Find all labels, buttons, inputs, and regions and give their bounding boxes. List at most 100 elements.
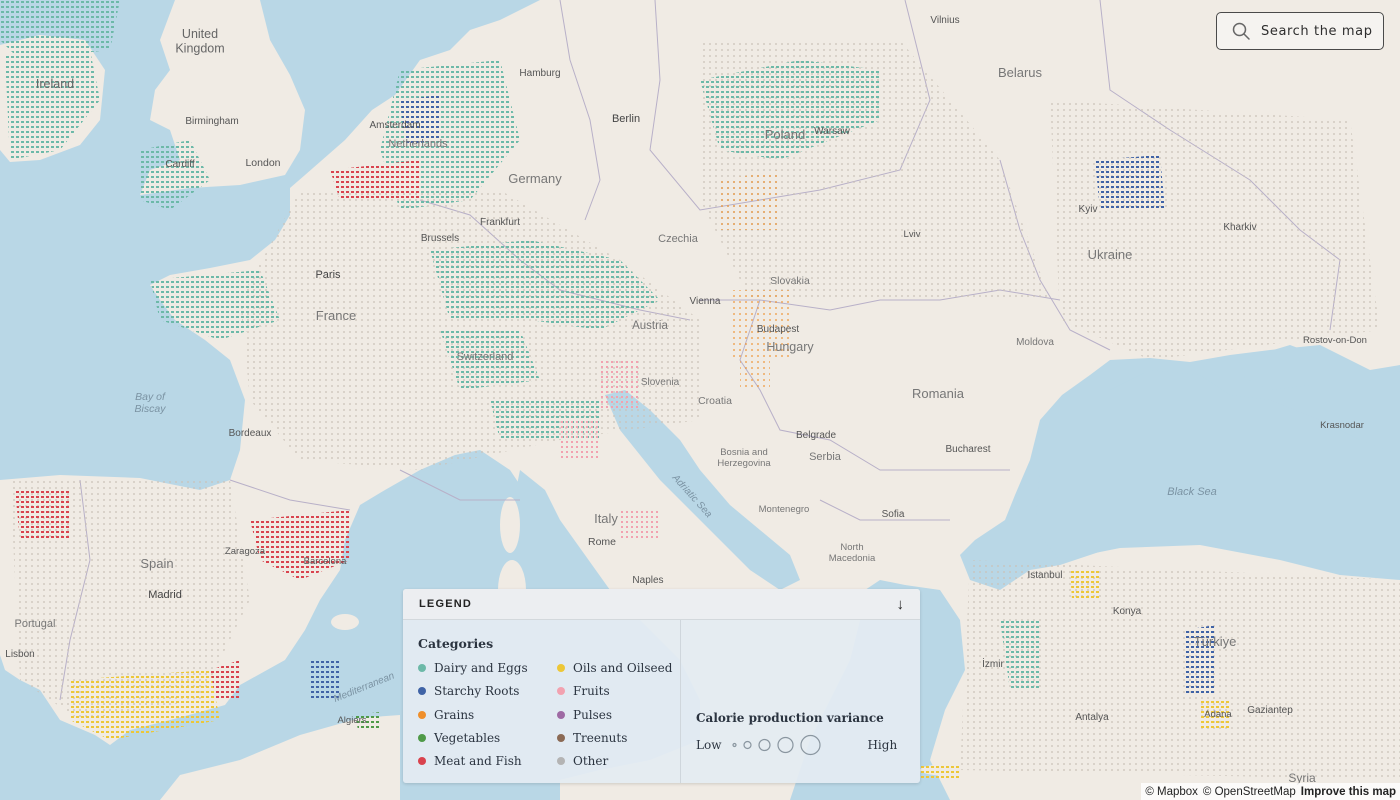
label-amsterdam: Amsterdam <box>369 120 420 131</box>
label-madrid: Madrid <box>148 589 182 601</box>
legend-category-item: Pulses <box>557 707 696 723</box>
category-color-dot <box>418 757 426 766</box>
legend-category-item: Grains <box>418 707 557 723</box>
label-hamburg: Hamburg <box>519 68 560 79</box>
category-color-dot <box>418 687 426 696</box>
label-vilnius: Vilnius <box>930 15 959 26</box>
category-label: Meat and Fish <box>434 754 522 769</box>
label-poland: Poland <box>765 127 805 142</box>
label-london: London <box>245 157 280 169</box>
category-label: Pulses <box>573 707 613 722</box>
label-france: France <box>316 308 356 323</box>
label-antalya: Antalya <box>1075 712 1109 723</box>
variance-heading: Calorie production variance <box>696 711 884 725</box>
label-lisbon: Lisbon <box>5 649 34 660</box>
label-switzerland: Switzerland <box>457 351 514 363</box>
variance-circle <box>758 738 772 752</box>
improve-map-link[interactable]: Improve this map <box>1301 786 1396 798</box>
category-label: Fruits <box>573 684 610 699</box>
label-montenegro: Montenegro <box>759 504 810 515</box>
label-istanbul: Istanbul <box>1027 570 1062 581</box>
label-ireland: Ireland <box>36 77 74 91</box>
variance-scale: Low High <box>696 734 897 756</box>
label-belgrade: Belgrade <box>796 430 836 441</box>
search-input[interactable]: Search the map <box>1216 12 1384 50</box>
map-attribution: © Mapbox © OpenStreetMap Improve this ma… <box>1141 783 1400 800</box>
label-serbia: Serbia <box>809 451 842 463</box>
category-color-dot <box>418 710 426 719</box>
label-austria: Austria <box>632 320 668 332</box>
category-color-dot <box>557 687 565 696</box>
attribution-mapbox[interactable]: © Mapbox <box>1145 786 1198 798</box>
label-konya: Konya <box>1113 606 1142 617</box>
category-color-dot <box>418 664 426 673</box>
label-naples: Naples <box>632 575 663 586</box>
attribution-osm[interactable]: © OpenStreetMap <box>1203 786 1296 798</box>
legend-title: LEGEND <box>419 598 473 610</box>
label-gaziantep: Gaziantep <box>1247 705 1293 716</box>
label-bay-of-biscay: Bay of Biscay <box>135 391 167 415</box>
category-label: Oils and Oilseed <box>573 661 673 676</box>
variance-circle <box>777 736 795 754</box>
label-italy: Italy <box>594 511 618 526</box>
label-zaragoza: Zaragoza <box>225 546 266 557</box>
legend-category-item: Meat and Fish <box>418 753 557 769</box>
label-spain: Spain <box>140 556 173 571</box>
legend-category-item: Other <box>557 753 696 769</box>
label-croatia: Croatia <box>698 395 732 407</box>
variance-circles <box>732 734 822 756</box>
search-placeholder: Search the map <box>1261 23 1373 39</box>
category-color-dot <box>557 664 565 673</box>
category-label: Dairy and Eggs <box>434 661 528 676</box>
label-netherlands: Netherlands <box>388 138 448 150</box>
label-bucharest: Bucharest <box>945 444 990 455</box>
label-adana: Adana <box>1204 709 1232 720</box>
categories-heading: Categories <box>418 636 494 651</box>
variance-circle <box>800 734 822 756</box>
label-rostov: Rostov-on-Don <box>1303 335 1367 346</box>
label-ukraine: Ukraine <box>1088 247 1133 262</box>
arrow-down-icon[interactable]: ↓ <box>897 597 905 612</box>
label-algiers: Algiers <box>337 715 366 726</box>
legend-body: Categories Dairy and Eggs Oils and Oilsee… <box>403 620 920 783</box>
label-slovenia: Slovenia <box>641 377 680 388</box>
category-label: Other <box>573 754 609 769</box>
label-vienna: Vienna <box>690 296 721 307</box>
label-barcelona: Barcelona <box>304 556 347 567</box>
label-budapest: Budapest <box>757 324 799 335</box>
label-romania: Romania <box>912 386 965 401</box>
categories-list: Dairy and Eggs Oils and Oilseed Starchy Ro… <box>418 660 696 769</box>
label-bordeaux: Bordeaux <box>229 428 272 439</box>
category-label: Starchy Roots <box>434 684 520 699</box>
category-label: Grains <box>434 707 475 722</box>
label-lviv: Lviv <box>904 229 921 240</box>
label-slovakia: Slovakia <box>770 275 810 287</box>
legend-category-item: Fruits <box>557 683 696 699</box>
legend-header[interactable]: LEGEND ↓ <box>403 589 920 620</box>
label-germany: Germany <box>508 171 562 186</box>
legend-category-item: Starchy Roots <box>418 683 557 699</box>
label-black-sea: Black Sea <box>1167 486 1217 498</box>
label-belarus: Belarus <box>998 65 1043 80</box>
label-rome: Rome <box>588 536 616 548</box>
balearic-island <box>331 614 359 630</box>
category-color-dot <box>557 710 565 719</box>
category-color-dot <box>418 734 426 743</box>
variance-circle <box>732 742 738 748</box>
label-kharkiv: Kharkiv <box>1223 222 1256 233</box>
label-berlin: Berlin <box>612 113 640 125</box>
legend-category-item: Dairy and Eggs <box>418 660 557 676</box>
category-label: Treenuts <box>573 731 628 746</box>
legend-divider <box>680 620 681 783</box>
label-moldova: Moldova <box>1016 337 1054 348</box>
legend-category-item: Vegetables <box>418 730 557 746</box>
label-bosnia: Bosnia and Herzegovina <box>717 447 771 469</box>
variance-low-label: Low <box>696 738 722 752</box>
corsica-island <box>500 497 520 553</box>
label-portugal: Portugal <box>15 618 56 630</box>
label-brussels: Brussels <box>421 233 459 244</box>
variance-circle <box>743 740 753 750</box>
variance-high-label: High <box>867 738 898 752</box>
label-frankfurt: Frankfurt <box>480 217 520 228</box>
label-krasnodar: Krasnodar <box>1320 420 1364 431</box>
